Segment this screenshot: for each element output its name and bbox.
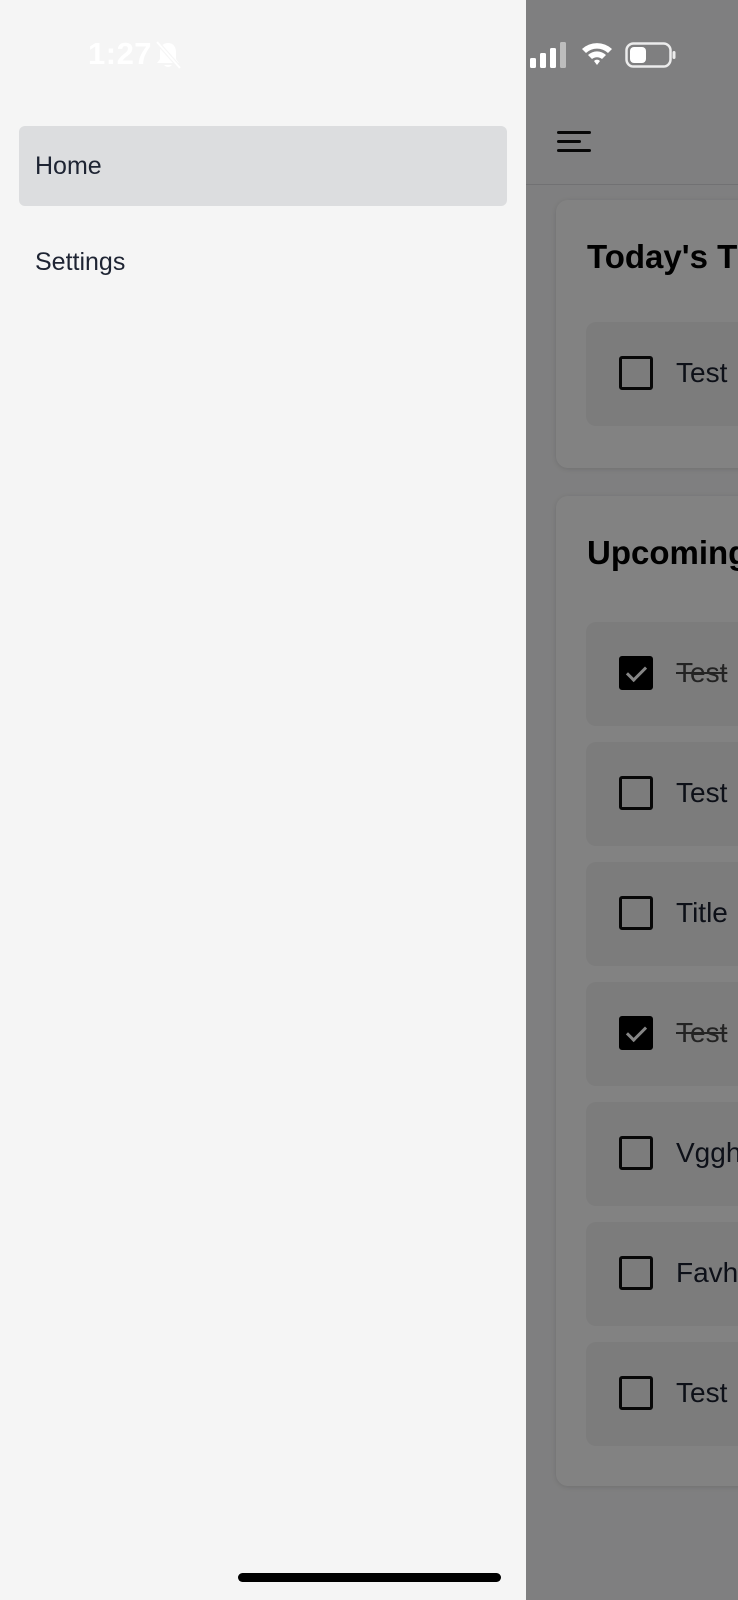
drawer-item-label: Settings [35, 248, 126, 276]
navigation-drawer: Home Settings [0, 0, 526, 1600]
wifi-icon [582, 43, 612, 65]
bell-off-icon [155, 40, 182, 70]
drawer-item-settings[interactable]: Settings [19, 222, 507, 302]
battery-icon [625, 42, 676, 68]
drawer-item-label: Home [35, 152, 102, 180]
signal-icon [530, 42, 566, 68]
status-time: 1:27 [88, 36, 153, 71]
screen: Today's T Test Upcoming Test Test Title [0, 0, 738, 1600]
home-indicator [238, 1573, 501, 1582]
drawer-item-home[interactable]: Home [19, 126, 507, 206]
